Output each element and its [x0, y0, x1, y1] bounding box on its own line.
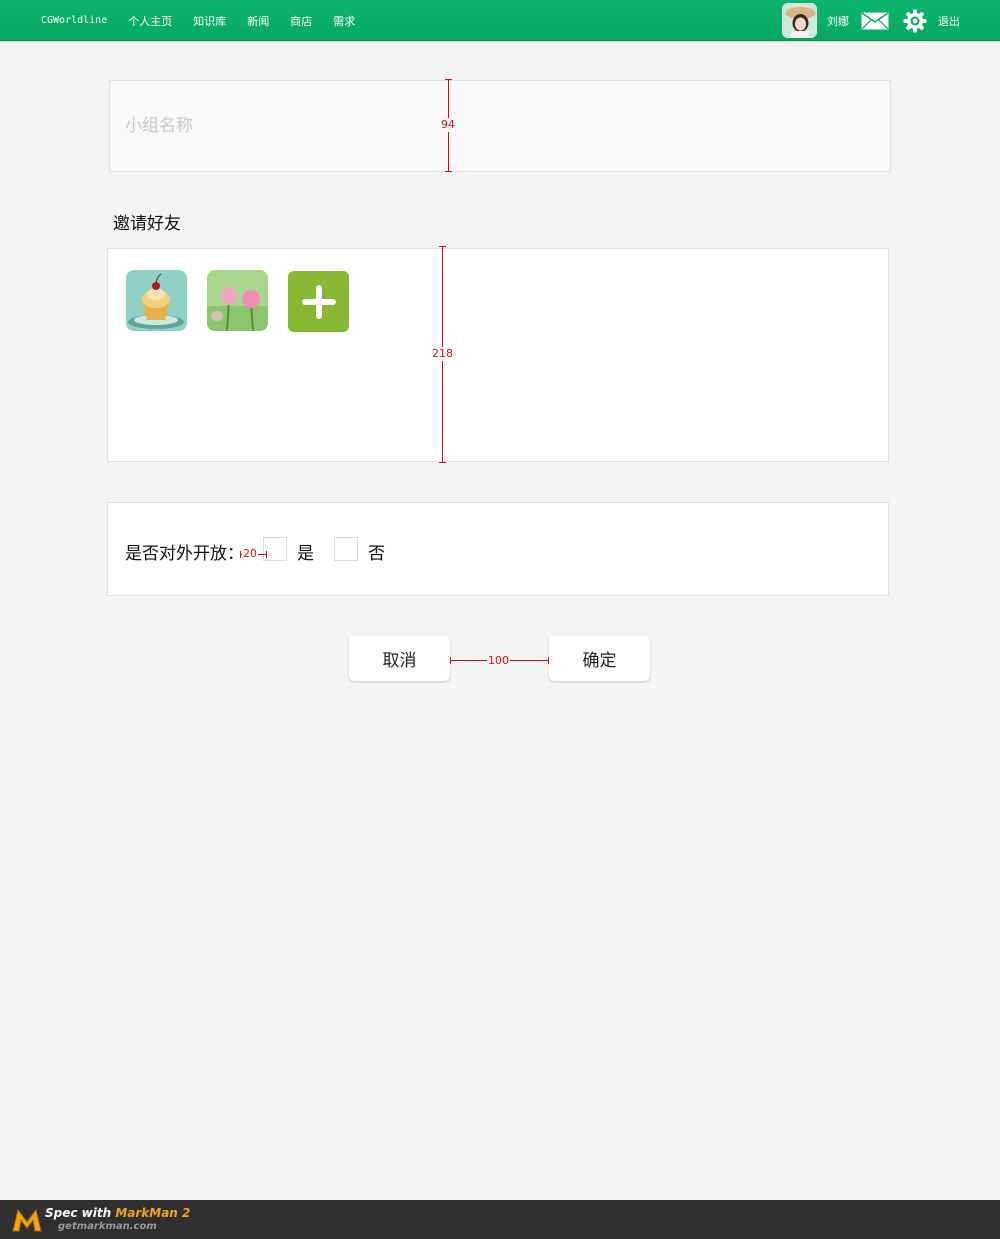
plus-icon [301, 284, 336, 319]
user-area: 刘娜 退出 [782, 0, 960, 41]
markman-tagline: Spec with MarkMan 2 [45, 1206, 190, 1220]
nav-item-news[interactable]: 新闻 [247, 13, 269, 29]
friend-avatar-cupcake[interactable] [126, 270, 187, 331]
markman-spec-text: Spec with [45, 1206, 112, 1220]
public-option-box: 是否对外开放： 是 否 [107, 502, 889, 596]
spec-label-checkbox-gap: 20 [242, 547, 258, 561]
friend-avatar-tulips[interactable] [207, 270, 268, 331]
markman-footer: Spec with MarkMan 2 getmarkman.com [0, 1200, 1000, 1239]
mail-icon[interactable] [861, 11, 889, 30]
user-name[interactable]: 刘娜 [827, 13, 849, 29]
spec-label-name-height: 94 [440, 118, 456, 132]
group-name-input[interactable] [125, 111, 425, 141]
top-nav-bar: CGWorldline 个人主页 知识库 新闻 商店 需求 刘娜 退出 [0, 0, 1000, 41]
add-friend-button[interactable] [288, 271, 349, 332]
nav-item-demand[interactable]: 需求 [333, 13, 355, 29]
markman-logo-icon [12, 1208, 42, 1232]
public-option-label: 是否对外开放： [125, 544, 244, 564]
markman-site: getmarkman.com [58, 1221, 157, 1232]
nav-item-knowledge[interactable]: 知识库 [193, 13, 226, 29]
friends-box [107, 248, 889, 462]
confirm-button[interactable]: 确定 [549, 636, 650, 681]
spec-label-friends-height: 218 [431, 347, 454, 361]
spec-label-button-gap: 100 [487, 654, 510, 668]
invite-friends-title: 邀请好友 [113, 214, 181, 234]
user-avatar[interactable] [782, 3, 817, 38]
logout-link[interactable]: 退出 [938, 13, 960, 29]
checkbox-yes-label[interactable]: 是 [297, 539, 314, 564]
brand-link[interactable]: CGWorldline [41, 15, 107, 26]
cancel-button[interactable]: 取消 [349, 636, 450, 681]
main-nav: CGWorldline 个人主页 知识库 新闻 商店 需求 [41, 0, 376, 41]
gear-icon[interactable] [903, 9, 927, 33]
nav-item-home[interactable]: 个人主页 [128, 13, 172, 29]
nav-item-shop[interactable]: 商店 [290, 13, 312, 29]
markman-brand: MarkMan 2 [115, 1206, 191, 1220]
group-name-box [109, 80, 891, 172]
checkbox-no[interactable] [334, 537, 358, 561]
checkbox-no-label[interactable]: 否 [368, 539, 385, 564]
